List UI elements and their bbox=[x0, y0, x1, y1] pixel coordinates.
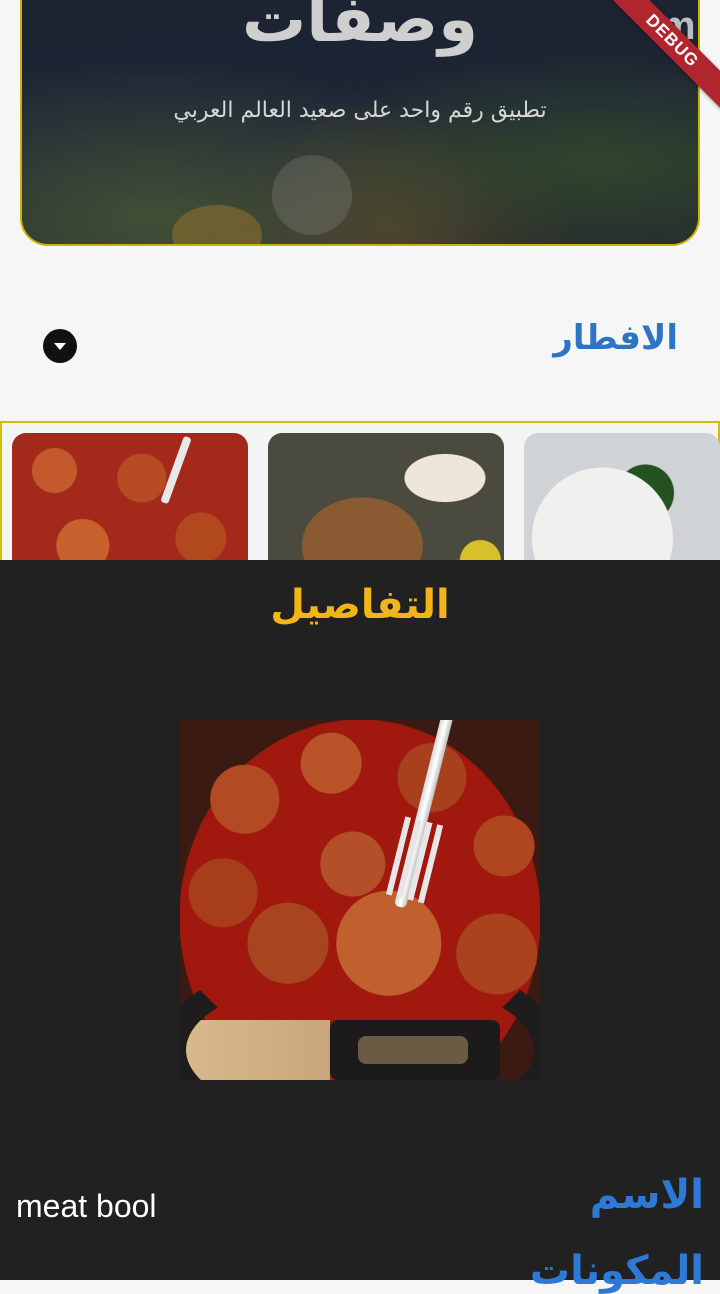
banner-subtitle: تطبيق رقم واحد على صعيد العالم العربي bbox=[173, 98, 547, 123]
dropdown-arrow-icon[interactable] bbox=[43, 329, 77, 363]
details-sheet: التفاصيل الاسم meat bool المكونات bbox=[0, 560, 720, 1294]
ingredients-label: المكونات bbox=[529, 1248, 704, 1294]
name-label: الاسم bbox=[589, 1172, 704, 1218]
hero-banner: وصفات تطبيق رقم واحد على صعيد العالم الع… bbox=[20, 0, 700, 246]
banner-title: وصفات bbox=[241, 0, 479, 57]
recipe-cards-strip[interactable] bbox=[0, 421, 720, 583]
section-title: الافطار bbox=[553, 318, 678, 358]
name-value: meat bool bbox=[16, 1188, 157, 1224]
recipe-image bbox=[180, 720, 540, 1080]
details-title: التفاصيل bbox=[270, 582, 450, 628]
